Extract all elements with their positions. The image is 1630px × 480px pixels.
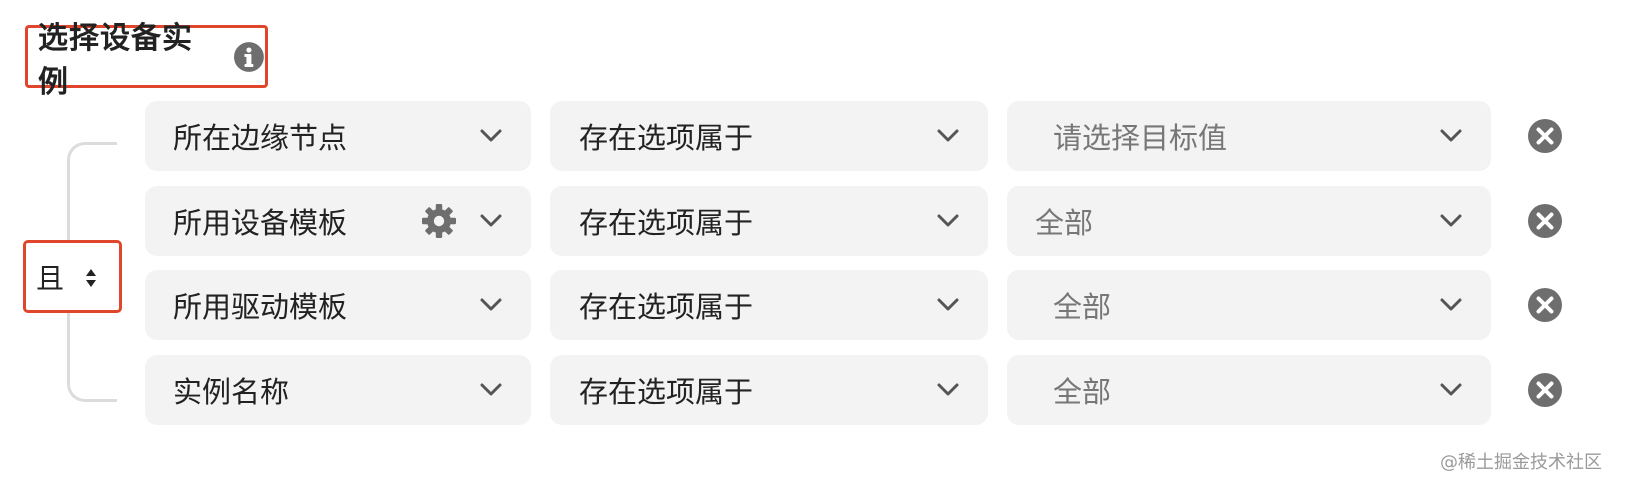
- chevron-down-icon: [480, 214, 502, 227]
- gear-icon[interactable]: [421, 203, 457, 239]
- operator-select-value: 存在选项属于: [579, 290, 754, 324]
- remove-condition-button[interactable]: [1527, 118, 1563, 154]
- operator-select[interactable]: 存在选项属于: [550, 186, 988, 256]
- value-select-value: 全部: [1053, 375, 1112, 409]
- operator-select-value: 存在选项属于: [579, 375, 754, 409]
- field-select[interactable]: 实例名称: [145, 355, 531, 425]
- close-circle-icon: [1528, 204, 1562, 238]
- operator-select-value: 存在选项属于: [579, 206, 754, 240]
- chevron-down-icon: [1440, 298, 1462, 311]
- chevron-down-icon: [937, 214, 959, 227]
- value-select[interactable]: 全部: [1007, 270, 1491, 340]
- field-select-value: 所用设备模板: [173, 206, 348, 240]
- chevron-down-icon: [480, 298, 502, 311]
- value-select-value: 全部: [1035, 206, 1094, 240]
- condition-row: 所在边缘节点 存在选项属于 请选择目标值: [0, 101, 1630, 171]
- close-circle-icon: [1528, 373, 1562, 407]
- field-select-value: 所用驱动模板: [173, 290, 348, 324]
- condition-row: 所用驱动模板 存在选项属于 全部: [0, 270, 1630, 340]
- chevron-down-icon: [480, 129, 502, 142]
- value-select[interactable]: 请选择目标值: [1007, 101, 1491, 171]
- field-select[interactable]: 所用设备模板: [145, 186, 531, 256]
- remove-condition-button[interactable]: [1527, 203, 1563, 239]
- condition-row: 所用设备模板 存在选项属于 全部: [0, 186, 1630, 256]
- remove-condition-button[interactable]: [1527, 287, 1563, 323]
- chevron-down-icon: [1440, 129, 1462, 142]
- value-select-value: 请选择目标值: [1053, 121, 1228, 155]
- condition-row: 实例名称 存在选项属于 全部: [0, 355, 1630, 425]
- field-select-value: 所在边缘节点: [173, 121, 348, 155]
- field-select[interactable]: 所用驱动模板: [145, 270, 531, 340]
- operator-select[interactable]: 存在选项属于: [550, 101, 988, 171]
- chevron-down-icon: [480, 383, 502, 396]
- value-select[interactable]: 全部: [1007, 186, 1491, 256]
- operator-select[interactable]: 存在选项属于: [550, 355, 988, 425]
- chevron-down-icon: [1440, 214, 1462, 227]
- field-select[interactable]: 所在边缘节点: [145, 101, 531, 171]
- section-title: 选择设备实例: [38, 20, 193, 100]
- value-select-value: 全部: [1053, 290, 1112, 324]
- section-title-highlight: 选择设备实例: [25, 21, 268, 100]
- close-circle-icon: [1528, 288, 1562, 322]
- field-select-value: 实例名称: [173, 375, 290, 409]
- chevron-down-icon: [937, 298, 959, 311]
- chevron-down-icon: [937, 129, 959, 142]
- info-circle-icon[interactable]: [233, 41, 265, 73]
- operator-select[interactable]: 存在选项属于: [550, 270, 988, 340]
- watermark: @稀土掘金技术社区: [1440, 452, 1602, 473]
- remove-condition-button[interactable]: [1527, 372, 1563, 408]
- chevron-down-icon: [1440, 383, 1462, 396]
- operator-select-value: 存在选项属于: [579, 121, 754, 155]
- close-circle-icon: [1528, 119, 1562, 153]
- chevron-down-icon: [937, 383, 959, 396]
- value-select[interactable]: 全部: [1007, 355, 1491, 425]
